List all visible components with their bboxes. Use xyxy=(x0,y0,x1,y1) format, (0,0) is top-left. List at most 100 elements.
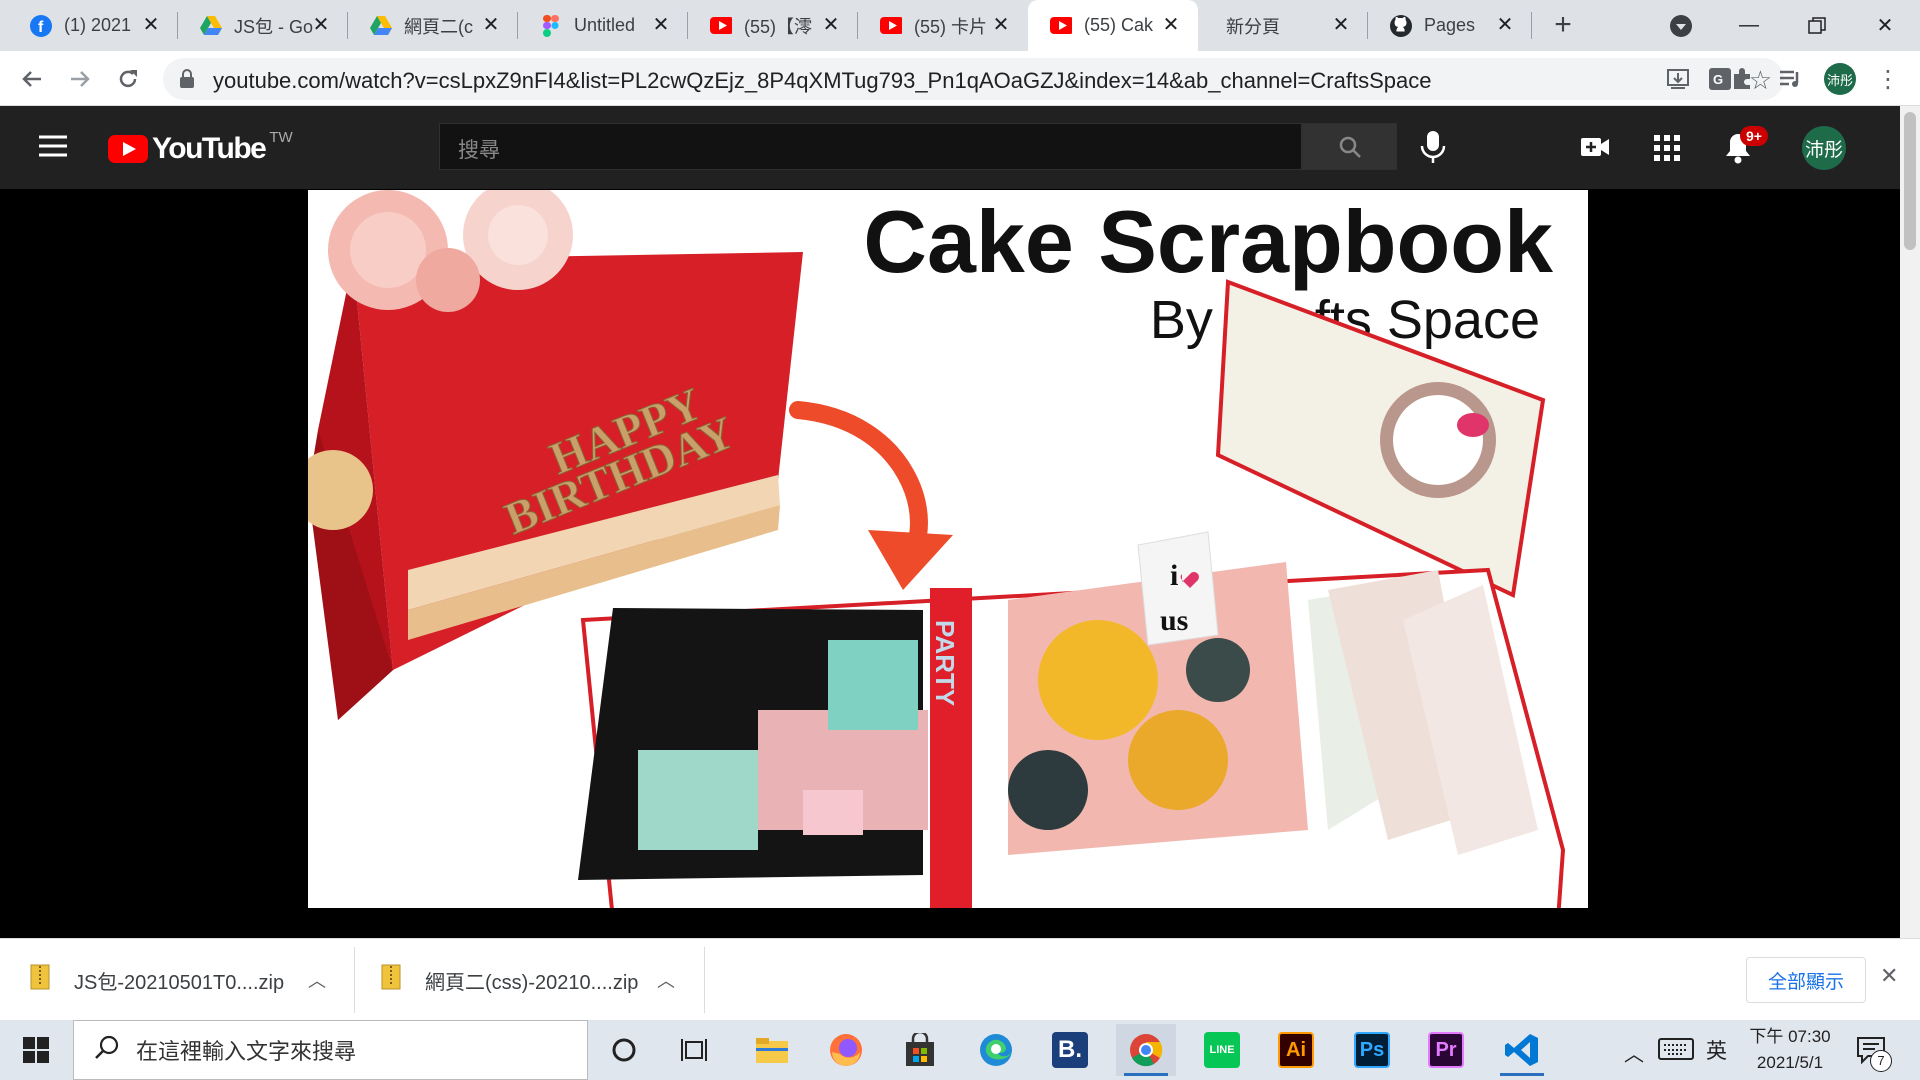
account-avatar[interactable]: 沛彤 xyxy=(1802,126,1846,170)
page-scrollbar[interactable] xyxy=(1900,106,1920,938)
youtube-icon xyxy=(1050,15,1072,37)
cortana-icon[interactable] xyxy=(594,1024,654,1076)
pattern-word: PARTY xyxy=(930,620,960,706)
tab-youtube-active[interactable]: (55) Cak ✕ xyxy=(1028,0,1198,51)
tab-github-pages[interactable]: Pages ✕ xyxy=(1368,0,1532,51)
tab-search-icon[interactable] xyxy=(1668,13,1694,44)
browser-tab-strip: f (1) 2021 ✕ JS包 - Go ✕ 網頁二(c ✕ Untitled… xyxy=(0,0,1920,51)
close-icon[interactable]: ✕ xyxy=(990,14,1012,36)
download-filename: 網頁二(css)-20210....zip xyxy=(425,971,639,994)
keyboard-icon[interactable] xyxy=(1658,1038,1694,1065)
video-frame[interactable]: HAPPY BIRTHDAY Cake Scrapbook By Crafts … xyxy=(308,190,1588,908)
tab-facebook[interactable]: f (1) 2021 ✕ xyxy=(8,0,178,51)
download-item[interactable]: JS包-20210501T0....zip ︿ xyxy=(0,939,355,1021)
close-icon[interactable]: ✕ xyxy=(1494,14,1516,36)
badge-line1: i xyxy=(1170,559,1178,592)
minimize-button[interactable]: — xyxy=(1714,0,1784,51)
vscode-icon[interactable] xyxy=(1492,1024,1552,1076)
close-icon[interactable]: ✕ xyxy=(310,14,332,36)
lock-icon[interactable] xyxy=(179,69,195,94)
firefox-icon[interactable] xyxy=(816,1024,876,1076)
profile-avatar[interactable]: 沛彤 xyxy=(1822,61,1858,97)
search-button[interactable] xyxy=(1302,123,1397,170)
file-explorer-icon[interactable] xyxy=(742,1024,802,1076)
close-icon[interactable]: ✕ xyxy=(820,14,842,36)
apps-grid-icon[interactable] xyxy=(1654,135,1680,166)
create-video-icon[interactable] xyxy=(1580,136,1610,163)
close-icon[interactable]: ✕ xyxy=(1330,14,1352,36)
youtube-logo-icon xyxy=(108,135,148,163)
badge-line2: us xyxy=(1160,604,1188,637)
figma-icon xyxy=(540,14,562,37)
illustrator-icon[interactable]: Ai xyxy=(1266,1024,1326,1076)
task-view-icon[interactable] xyxy=(664,1024,724,1076)
windows-taskbar: 在這裡輸入文字來搜尋 B. LINE Ai Ps Pr ︿ 英 下午 07:30… xyxy=(0,1020,1920,1080)
line-app-icon[interactable]: LINE xyxy=(1192,1024,1252,1076)
microsoft-store-icon[interactable] xyxy=(890,1024,950,1076)
reload-icon[interactable] xyxy=(110,61,146,97)
search-icon xyxy=(1339,136,1361,158)
tab-figma[interactable]: Untitled ✕ xyxy=(518,0,688,51)
youtube-icon xyxy=(880,15,902,37)
tab-youtube-1[interactable]: (55)【澪 ✕ xyxy=(688,0,858,51)
install-app-icon[interactable] xyxy=(1666,67,1690,96)
close-icon[interactable]: ✕ xyxy=(650,14,672,36)
video-player[interactable]: HAPPY BIRTHDAY Cake Scrapbook By Crafts … xyxy=(0,189,1900,909)
booking-app-icon[interactable]: B. xyxy=(1040,1024,1100,1076)
chrome-icon[interactable] xyxy=(1116,1024,1176,1076)
restore-button[interactable] xyxy=(1782,0,1852,51)
close-icon[interactable]: ✕ xyxy=(1160,14,1182,36)
clock-date: 2021/5/1 xyxy=(1756,1053,1824,1072)
google-drive-icon xyxy=(200,15,222,37)
youtube-icon xyxy=(710,15,732,37)
show-all-downloads-button[interactable]: 全部顯示 xyxy=(1746,957,1866,1003)
new-tab-button[interactable]: + xyxy=(1544,10,1582,42)
photoshop-icon[interactable]: Ps xyxy=(1342,1024,1402,1076)
search-icon xyxy=(94,1034,120,1066)
google-drive-icon xyxy=(370,15,392,37)
video-title-line1: Cake Scrapbook xyxy=(863,192,1554,291)
notification-badge: 9+ xyxy=(1740,126,1768,146)
edge-icon[interactable] xyxy=(966,1024,1026,1076)
tab-drive-css[interactable]: 網頁二(c ✕ xyxy=(348,0,518,51)
hamburger-menu-icon[interactable] xyxy=(38,134,68,163)
download-item[interactable]: 網頁二(css)-20210....zip ︿ xyxy=(355,939,705,1021)
premiere-icon[interactable]: Pr xyxy=(1416,1024,1476,1076)
facebook-icon: f xyxy=(30,14,52,37)
search-input[interactable]: 搜尋 xyxy=(439,123,1302,170)
tab-new-tab[interactable]: 新分頁 ✕ xyxy=(1198,0,1368,51)
omnibox[interactable]: youtube.com/watch?v=csLpxZ9nFI4&list=PL2… xyxy=(163,58,1784,100)
chevron-up-icon[interactable]: ︿ xyxy=(657,967,675,993)
ime-indicator[interactable]: 英 xyxy=(1706,1035,1727,1065)
download-filename: JS包-20210501T0....zip xyxy=(74,971,285,994)
close-icon[interactable]: ✕ xyxy=(480,14,502,36)
close-window-button[interactable]: ✕ xyxy=(1850,0,1920,51)
chevron-up-icon[interactable]: ︿ xyxy=(1624,1038,1644,1067)
microphone-icon[interactable] xyxy=(1418,130,1448,169)
chevron-up-icon[interactable]: ︿ xyxy=(308,967,326,993)
github-icon xyxy=(1390,14,1412,37)
svg-text:G: G xyxy=(1713,72,1723,87)
windows-start-icon[interactable] xyxy=(6,1024,66,1076)
tab-drive-js[interactable]: JS包 - Go ✕ xyxy=(178,0,348,51)
clock[interactable]: 下午 07:30 2021/5/1 xyxy=(1745,1024,1835,1076)
extensions-icon[interactable] xyxy=(1724,61,1760,97)
tab-youtube-2[interactable]: (55) 卡片 ✕ xyxy=(858,0,1028,51)
forward-icon[interactable] xyxy=(62,61,98,97)
tab-title: 新分頁 xyxy=(1226,16,1280,37)
region-code: TW xyxy=(269,128,293,146)
youtube-logo[interactable]: YouTube TW xyxy=(108,128,293,166)
svg-text:f: f xyxy=(38,19,44,36)
zip-file-icon xyxy=(30,964,50,996)
menu-kebab-icon[interactable]: ⋮ xyxy=(1870,61,1906,97)
back-icon[interactable] xyxy=(14,61,50,97)
taskbar-search-placeholder: 在這裡輸入文字來搜尋 xyxy=(136,1039,357,1064)
media-queue-icon[interactable] xyxy=(1772,61,1808,97)
notification-count: 7 xyxy=(1870,1050,1892,1072)
close-downloads-icon[interactable]: ✕ xyxy=(1880,963,1898,989)
url-text: youtube.com/watch?v=csLpxZ9nFI4&list=PL2… xyxy=(213,68,1432,93)
close-icon[interactable]: ✕ xyxy=(140,14,162,36)
zip-file-icon xyxy=(381,964,401,996)
taskbar-search-box[interactable]: 在這裡輸入文字來搜尋 xyxy=(73,1020,588,1080)
scrollbar-thumb[interactable] xyxy=(1904,112,1916,250)
